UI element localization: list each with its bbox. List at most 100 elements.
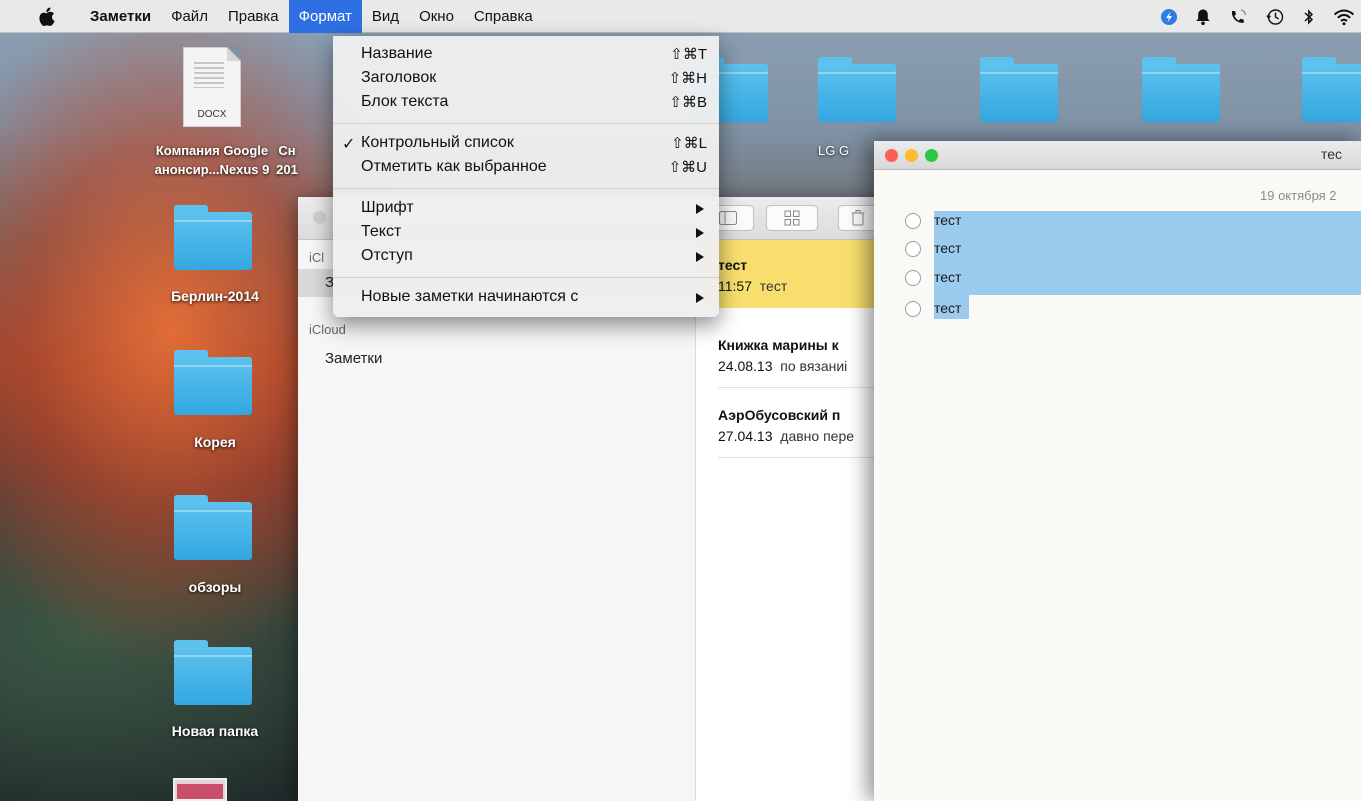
minimize-window-button[interactable] xyxy=(905,149,918,162)
menu-item-shortcut: ⇧⌘T xyxy=(670,46,707,63)
attachments-grid-button[interactable] xyxy=(766,205,818,231)
note-list-item[interactable]: Книжка марины к 24.08.13 по вязаниі xyxy=(696,320,898,388)
checklist-text[interactable]: тест xyxy=(934,240,961,256)
phone-icon[interactable] xyxy=(1228,8,1248,26)
menu-separator xyxy=(333,188,719,189)
sidebar-section-header-icloud: iCloud xyxy=(309,322,346,337)
notes-list: тест 11:57 тест Книжка марины к 24.08.13… xyxy=(696,240,898,801)
folder-icon[interactable] xyxy=(174,350,252,415)
menu-format[interactable]: Формат xyxy=(288,0,362,33)
menu-view[interactable]: Вид xyxy=(362,0,409,33)
menu-item-title[interactable]: Название ⇧⌘T xyxy=(333,43,719,67)
trash-icon xyxy=(851,210,865,226)
desktop-folder-lg[interactable]: LG G xyxy=(818,143,878,158)
note-detail-window: тес 19 октября 2 тест тест тест тест xyxy=(874,141,1361,801)
menu-item-label: Заголовок xyxy=(361,69,437,86)
time-machine-icon[interactable] xyxy=(1265,8,1285,26)
note-meta: 11:57 тест xyxy=(718,278,787,294)
folder-icon[interactable] xyxy=(174,205,252,270)
note-preview: по вязаниі xyxy=(780,358,848,374)
checklist-checkbox[interactable] xyxy=(905,301,921,317)
notes-sidebar: iCl З iCloud Заметки xyxy=(298,240,696,801)
folder-icon[interactable] xyxy=(174,495,252,560)
folder-icon[interactable] xyxy=(1142,57,1220,122)
folder-icon[interactable] xyxy=(174,640,252,705)
partial-file-label-line2[interactable]: 201 xyxy=(237,162,337,177)
bluetooth-icon[interactable] xyxy=(1302,8,1316,26)
menu-item-checklist[interactable]: ✓ Контрольный список ⇧⌘L xyxy=(333,132,719,156)
menu-notes[interactable]: Заметки xyxy=(80,0,161,33)
wifi-icon[interactable] xyxy=(1333,8,1355,26)
menu-item-new-notes-start-with[interactable]: Новые заметки начинаются с xyxy=(333,286,719,310)
file-extension: DOCX xyxy=(197,109,227,120)
folder-icon[interactable] xyxy=(1302,57,1361,122)
menu-item-indent[interactable]: Отступ xyxy=(333,245,719,269)
delete-note-button[interactable] xyxy=(838,205,878,231)
folder-icon[interactable] xyxy=(980,57,1058,122)
note-titlebar: тес xyxy=(874,141,1361,170)
zoom-window-button[interactable] xyxy=(925,149,938,162)
menu-item-heading[interactable]: Заголовок ⇧⌘H xyxy=(333,67,719,91)
page-corner-icon xyxy=(227,47,241,61)
status-area xyxy=(1160,0,1355,33)
apple-menu[interactable] xyxy=(34,7,60,26)
menu-help[interactable]: Справка xyxy=(464,0,543,33)
menu-item-shortcut: ⇧⌘B xyxy=(669,94,707,111)
docx-file-icon[interactable]: DOCX xyxy=(183,47,241,127)
menu-item-label: Отступ xyxy=(361,247,413,264)
submenu-arrow-icon xyxy=(696,293,704,303)
note-list-item-selected[interactable]: тест 11:57 тест xyxy=(696,240,898,308)
menu-item-label: Контрольный список xyxy=(361,134,514,151)
note-list-item[interactable]: АэрОбусовский п 27.04.13 давно пере xyxy=(696,390,898,458)
checklist-text[interactable]: тест xyxy=(934,300,961,316)
menu-item-body-text[interactable]: Блок текста ⇧⌘B xyxy=(333,91,719,115)
submenu-arrow-icon xyxy=(696,204,704,214)
menu-separator xyxy=(333,277,719,278)
menu-item-label: Текст xyxy=(361,223,402,240)
submenu-arrow-icon xyxy=(696,252,704,262)
note-preview: тест xyxy=(759,278,788,294)
desktop-folder-reviews[interactable]: обзоры xyxy=(130,579,300,595)
menu-item-label: Новые заметки начинаются с xyxy=(361,288,579,305)
checklist-text[interactable]: тест xyxy=(934,212,961,228)
checklist-checkbox[interactable] xyxy=(905,270,921,286)
checklist-checkbox[interactable] xyxy=(905,241,921,257)
sidebar-item-notes[interactable]: Заметки xyxy=(325,350,382,367)
partial-file-label-line1[interactable]: Сн xyxy=(237,143,337,158)
menu-file[interactable]: Файл xyxy=(161,0,218,33)
folder-icon[interactable] xyxy=(818,57,896,122)
menu-item-shortcut: ⇧⌘U xyxy=(668,159,707,176)
note-title: Книжка марины к xyxy=(718,337,839,353)
apple-logo-icon xyxy=(39,7,55,26)
checklist-checkbox[interactable] xyxy=(905,213,921,229)
text-selection-highlight xyxy=(934,211,1361,295)
menu-item-font[interactable]: Шрифт xyxy=(333,197,719,221)
note-title: АэрОбусовский п xyxy=(718,407,841,423)
menu-item-label: Шрифт xyxy=(361,199,414,216)
app-status-icon[interactable] xyxy=(1160,8,1178,26)
desktop-folder-new[interactable]: Новая папка xyxy=(130,723,300,739)
format-menu-dropdown: Название ⇧⌘T Заголовок ⇧⌘H Блок текста ⇧… xyxy=(333,36,719,317)
note-date: 24.08.13 xyxy=(718,358,773,374)
window-control-icon[interactable] xyxy=(313,211,326,224)
divider xyxy=(718,457,898,458)
submenu-arrow-icon xyxy=(696,228,704,238)
menu-item-shortcut: ⇧⌘H xyxy=(668,70,707,87)
menu-item-text[interactable]: Текст xyxy=(333,221,719,245)
desktop-folder-berlin[interactable]: Берлин-2014 xyxy=(130,288,300,304)
divider xyxy=(718,387,898,388)
close-window-button[interactable] xyxy=(885,149,898,162)
desktop-folder-korea[interactable]: Корея xyxy=(130,434,300,450)
notifications-bell-icon[interactable] xyxy=(1195,8,1211,26)
menu-item-mark-as-checked[interactable]: Отметить как выбранное ⇧⌘U xyxy=(333,156,719,180)
menu-window[interactable]: Окно xyxy=(409,0,464,33)
menu-item-shortcut: ⇧⌘L xyxy=(671,135,707,152)
menu-item-label: Отметить как выбранное xyxy=(361,158,547,175)
menu-item-label: Название xyxy=(361,45,433,62)
note-preview: давно пере xyxy=(780,428,855,444)
sidebar-icon xyxy=(719,211,737,225)
desktop-image-thumbnail[interactable] xyxy=(173,778,227,801)
document-lines-icon xyxy=(194,62,224,88)
menu-edit[interactable]: Правка xyxy=(218,0,289,33)
checklist-text[interactable]: тест xyxy=(934,269,961,285)
